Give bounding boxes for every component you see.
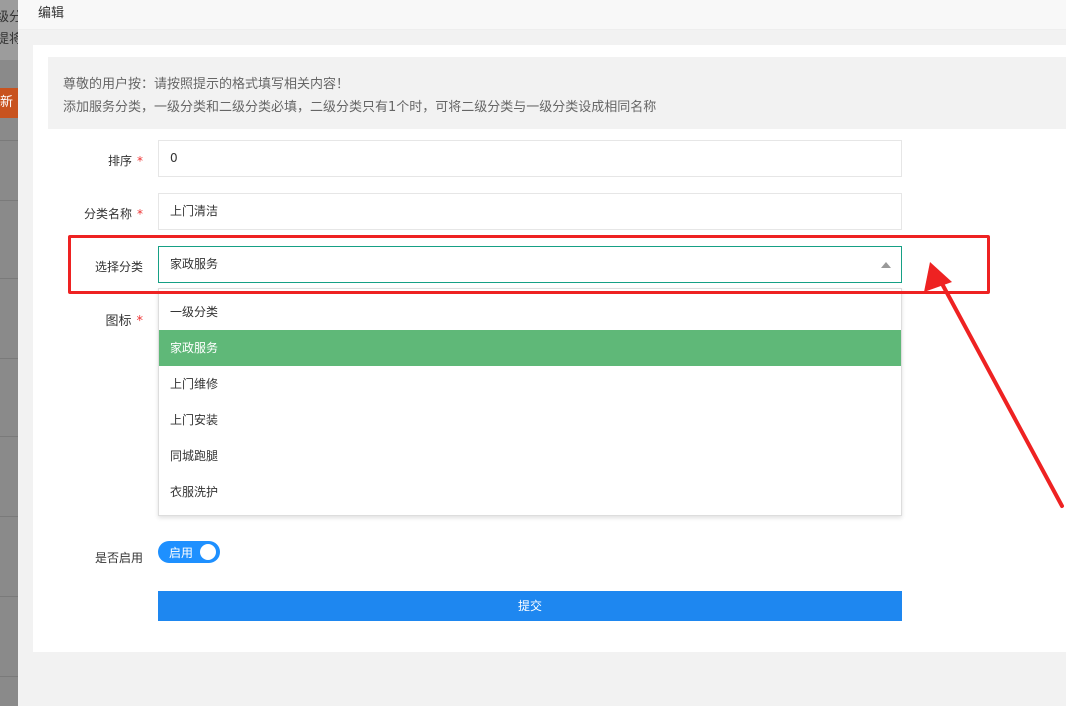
notice-box: 尊敬的用户按：请按照提示的格式填写相关内容！ 添加服务分类，一级分类和二级分类必… bbox=[48, 57, 1066, 129]
required-mark: * bbox=[137, 154, 143, 168]
annotation-highlight-box bbox=[68, 235, 990, 294]
background-divider bbox=[0, 596, 18, 597]
form-card: 尊敬的用户按：请按照提示的格式填写相关内容！ 添加服务分类，一级分类和二级分类必… bbox=[33, 45, 1066, 652]
background-page: 级分 提将 新 bbox=[0, 0, 18, 706]
background-divider bbox=[0, 516, 18, 517]
name-input[interactable]: 上门清洁 bbox=[158, 193, 902, 230]
background-new-button: 新 bbox=[0, 88, 18, 118]
modal-header: 编辑 bbox=[18, 0, 1066, 30]
enabled-label: 是否启用 bbox=[94, 551, 143, 565]
dropdown-option[interactable]: 一级分类 bbox=[159, 294, 901, 330]
dropdown-option-selected[interactable]: 家政服务 bbox=[159, 330, 901, 366]
name-label: 分类名称 * bbox=[83, 207, 143, 221]
required-mark: * bbox=[136, 314, 144, 329]
background-divider bbox=[0, 436, 18, 437]
switch-knob bbox=[200, 544, 216, 560]
enabled-switch[interactable]: 启用 bbox=[158, 541, 220, 563]
category-dropdown: 一级分类 家政服务 上门维修 上门安装 同城跑腿 衣服洗护 bbox=[158, 288, 902, 516]
dropdown-option[interactable]: 衣服洗护 bbox=[159, 474, 901, 510]
background-divider bbox=[0, 140, 18, 141]
edit-modal: 编辑 尊敬的用户按：请按照提示的格式填写相关内容！ 添加服务分类，一级分类和二级… bbox=[18, 0, 1066, 706]
background-text: 提将 bbox=[0, 32, 18, 47]
dropdown-option[interactable]: 上门安装 bbox=[159, 402, 901, 438]
notice-line: 尊敬的用户按：请按照提示的格式填写相关内容！ bbox=[63, 77, 350, 92]
background-divider bbox=[0, 278, 18, 279]
dropdown-option[interactable]: 上门维修 bbox=[159, 366, 901, 402]
sort-label: 排序 * bbox=[107, 154, 143, 168]
submit-button[interactable]: 提交 bbox=[158, 591, 902, 621]
required-mark: * bbox=[137, 207, 143, 221]
background-divider bbox=[0, 200, 18, 201]
background-divider bbox=[0, 358, 18, 359]
dropdown-option[interactable]: 同城跑腿 bbox=[159, 438, 901, 474]
sort-input[interactable]: 0 bbox=[158, 140, 902, 177]
modal-footer bbox=[18, 670, 1066, 706]
modal-title: 编辑 bbox=[38, 6, 65, 21]
background-divider bbox=[0, 676, 18, 677]
icon-label: 图标 * bbox=[105, 314, 144, 329]
switch-text: 启用 bbox=[169, 546, 194, 560]
notice-line: 添加服务分类，一级分类和二级分类必填，二级分类只有1个时，可将二级分类与一级分类… bbox=[63, 100, 657, 115]
background-text: 级分 bbox=[0, 10, 18, 25]
